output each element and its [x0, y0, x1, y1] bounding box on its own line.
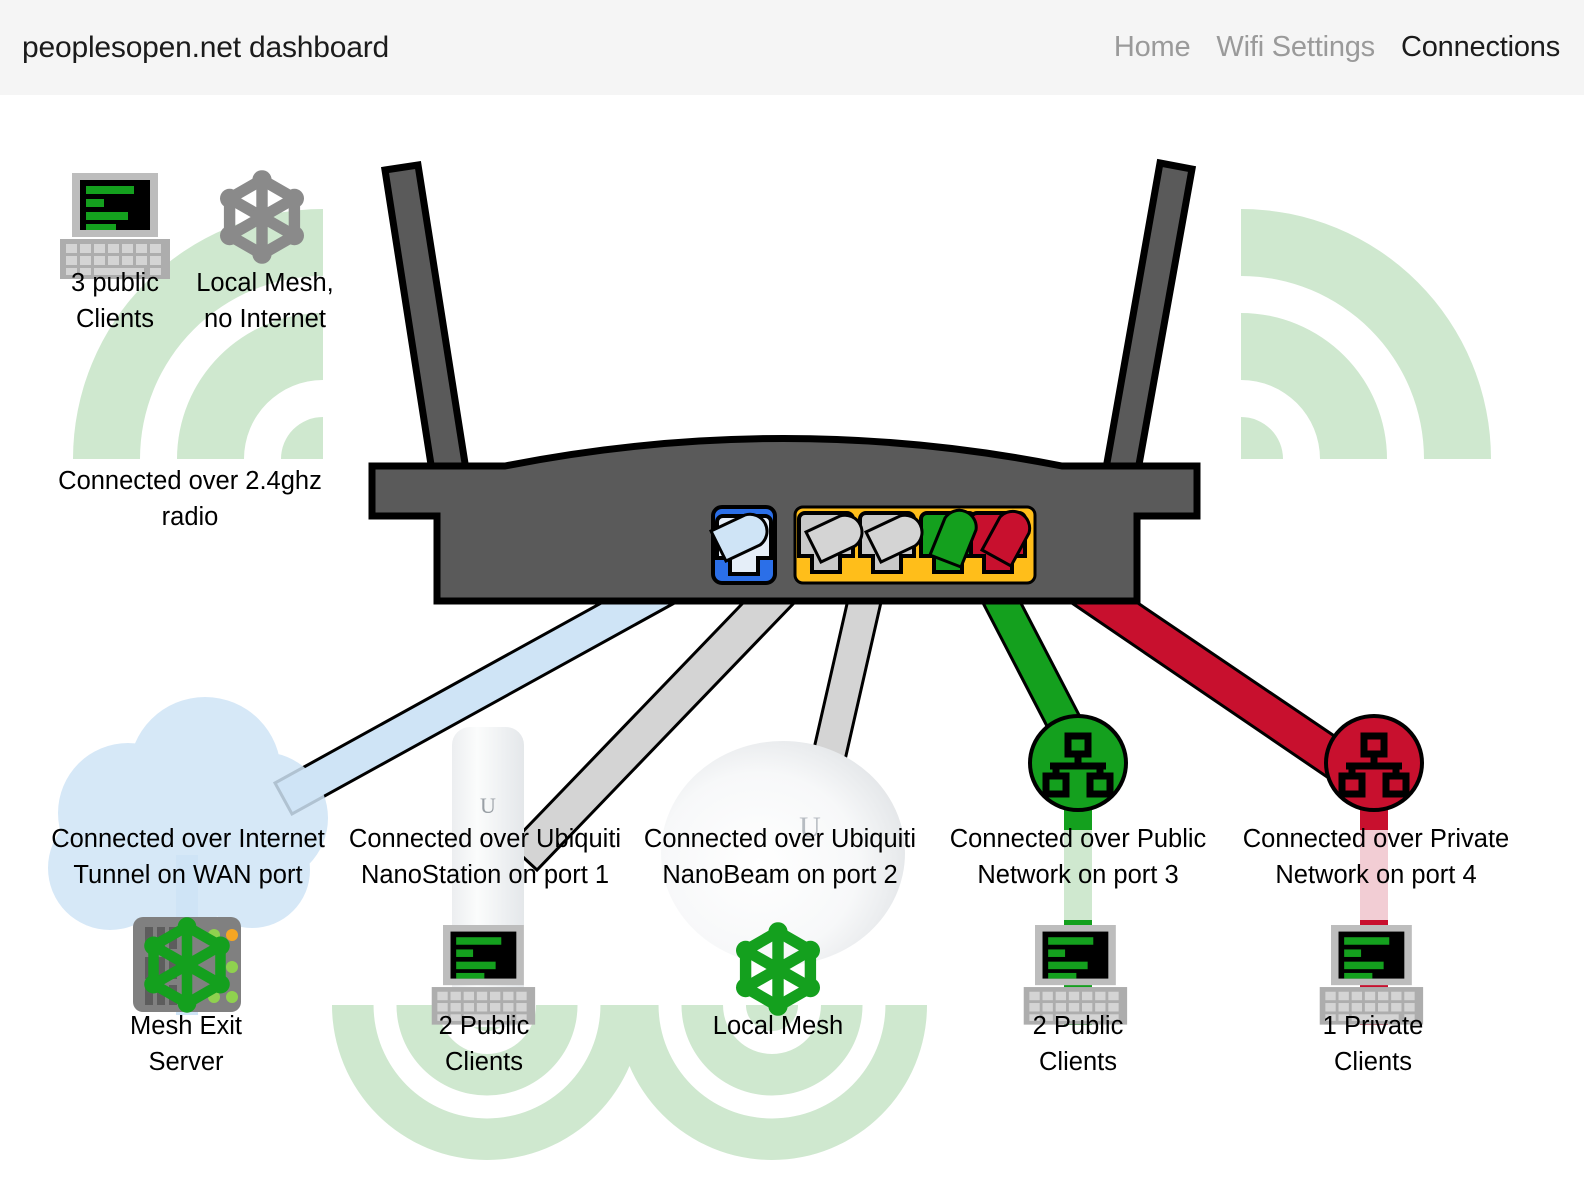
app-header: peoplesopen.net dashboard Home Wifi Sett… [0, 0, 1584, 95]
wifi-arc-nanobeam-client [617, 1005, 927, 1160]
main-nav: Home Wifi Settings Connections [1114, 31, 1560, 64]
computer-icon-port4-clients [1319, 925, 1424, 1025]
router-body [368, 435, 1201, 605]
router-antenna-left [380, 161, 474, 508]
nav-item-connections[interactable]: Connections [1401, 31, 1560, 64]
internet-cloud-icon [48, 697, 328, 930]
mesh-server-icon [133, 917, 241, 1013]
router-device [368, 158, 1201, 605]
router-ports [708, 505, 1037, 585]
nav-item-wifi-settings[interactable]: Wifi Settings [1216, 31, 1375, 64]
wifi-arc-topright [1241, 209, 1491, 459]
nav-item-home[interactable]: Home [1114, 31, 1191, 64]
computer-icon-port3-clients [1023, 925, 1128, 1025]
svg-text:U: U [799, 811, 821, 844]
computer-icon-topleft [60, 173, 170, 279]
router-antenna-right [1097, 158, 1197, 503]
private-network-node-icon [1324, 714, 1424, 812]
svg-text:U: U [480, 793, 496, 818]
public-network-node-icon [1028, 714, 1128, 812]
page-title: peoplesopen.net dashboard [22, 30, 389, 64]
wifi-arc-nanostation-client [332, 1005, 642, 1160]
connections-diagram: U U 3 public Clients Local Mesh, no Inte… [0, 95, 1584, 1200]
diagram-svg: U U [48, 158, 1491, 1160]
computer-icon-port1-clients [431, 925, 536, 1025]
